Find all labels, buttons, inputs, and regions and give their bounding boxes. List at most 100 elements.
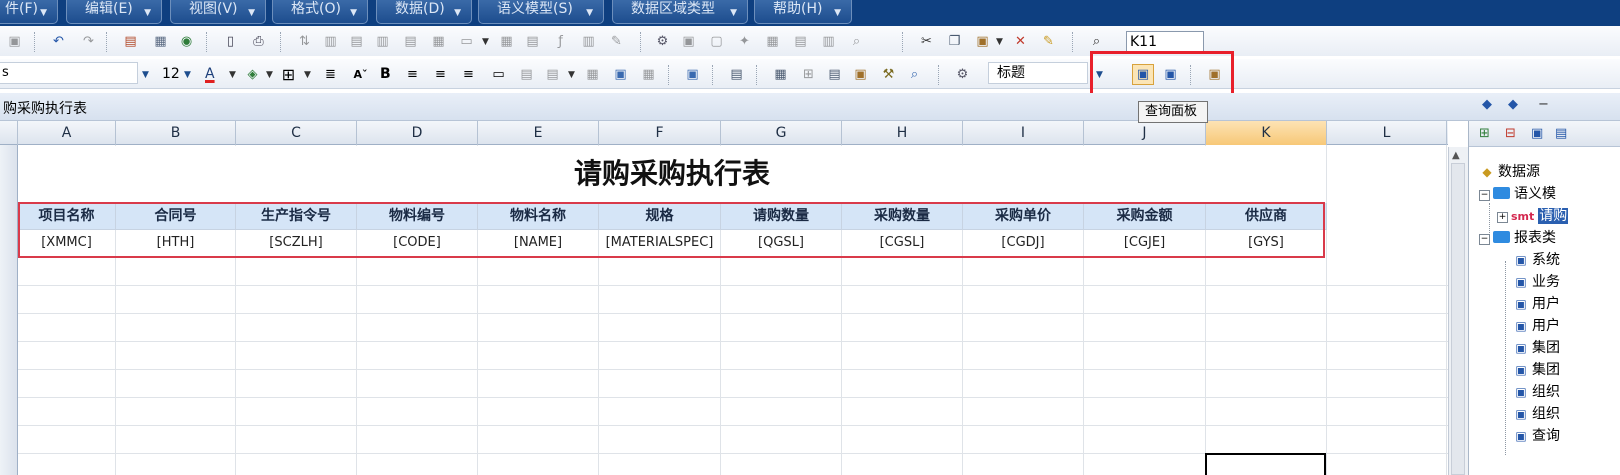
tree-node[interactable]: ▣ 组织 — [1513, 403, 1560, 425]
font-size-icon[interactable]: Aˇ — [352, 66, 369, 83]
copy-format-icon[interactable]: ▤ — [122, 33, 139, 50]
arrow-right-icon[interactable]: ◆ — [1508, 97, 1518, 112]
table-layout-icon[interactable]: ▤ — [518, 66, 535, 83]
tree-node[interactable]: − 报表类 — [1479, 227, 1556, 249]
menu-view[interactable]: 视图(V) ▼ — [170, 0, 266, 24]
table-header-cell[interactable]: 采购金额 — [1084, 203, 1206, 230]
table-header-cell[interactable]: 物料编号 — [357, 203, 478, 230]
tree-node[interactable]: + smt 请购 — [1497, 205, 1569, 227]
tree-node[interactable]: ▣ 业务 — [1513, 271, 1560, 293]
export-icon[interactable]: ▣ — [852, 66, 869, 83]
insert-column-icon[interactable]: ▥ — [374, 33, 391, 50]
list-icon[interactable]: ▤ — [544, 66, 561, 83]
table-header-cell[interactable]: 合同号 — [116, 203, 236, 230]
borders-icon[interactable]: ⊞ — [280, 66, 297, 83]
cell-link-icon[interactable]: ▢ — [708, 33, 725, 50]
column-header-h[interactable]: H — [842, 121, 963, 145]
menu-format[interactable]: 格式(O) ▼ — [272, 0, 368, 24]
scrollbar-thumb[interactable] — [1451, 163, 1465, 475]
table-cell[interactable]: [XMMC] — [18, 230, 116, 257]
image-icon[interactable]: ▤ — [524, 33, 541, 50]
chart-settings-icon[interactable]: ▦ — [640, 66, 657, 83]
tree-node[interactable]: ▣ 系统 — [1513, 249, 1560, 271]
paste-icon[interactable]: ▣ — [974, 33, 991, 50]
table-header-cell[interactable]: 采购数量 — [842, 203, 963, 230]
tree-node[interactable]: ◆ 数据源 — [1479, 161, 1540, 183]
grid-icon[interactable]: ▤ — [792, 33, 809, 50]
link-icon[interactable]: ⊞ — [800, 66, 817, 83]
column-header-b[interactable]: B — [116, 121, 236, 145]
table-header-cell[interactable]: 请购数量 — [721, 203, 842, 230]
remove-node-icon[interactable]: ⊟ — [1505, 126, 1516, 141]
vertical-scrollbar[interactable]: ▲ — [1448, 147, 1468, 475]
sparkle-icon[interactable]: ✦ — [736, 33, 753, 50]
menu-help[interactable]: 帮助(H) ▼ — [754, 0, 852, 24]
filter-icon[interactable]: ▥ — [322, 33, 339, 50]
column-header-k[interactable]: K — [1206, 121, 1327, 145]
refresh-node-icon[interactable]: ▣ — [1531, 126, 1543, 141]
wrap-text-icon[interactable]: ≣ — [322, 66, 339, 83]
insert-image-icon[interactable]: ▣ — [612, 66, 629, 83]
tree-node[interactable]: ▣ 查询 — [1513, 425, 1560, 447]
table-header-cell[interactable]: 物料名称 — [478, 203, 599, 230]
tree-node[interactable]: − 语义模 — [1479, 183, 1556, 205]
align-left-icon[interactable]: ≡ — [404, 66, 421, 83]
fill-color-icon[interactable]: ◈ — [244, 66, 261, 83]
find-icon[interactable]: ⌕ — [848, 33, 865, 50]
binoculars-icon[interactable]: ⌕ — [1088, 33, 1105, 50]
table-icon[interactable]: ▦ — [764, 33, 781, 50]
menu-edit[interactable]: 编辑(E) ▼ — [66, 0, 162, 24]
table-cell[interactable]: [CGSL] — [842, 230, 963, 257]
table-header-cell[interactable]: 采购单价 — [963, 203, 1084, 230]
font-size-value[interactable]: 12 — [162, 66, 180, 83]
expand-icon[interactable]: + — [1497, 212, 1508, 223]
border-icon[interactable]: ▭ — [458, 33, 475, 50]
cut-icon[interactable]: ✂ — [918, 33, 935, 50]
window-icon[interactable]: ▣ — [684, 66, 701, 83]
table-header-cell[interactable]: 项目名称 — [18, 203, 116, 230]
table-cell[interactable]: [NAME] — [478, 230, 599, 257]
spreadsheet-grid[interactable]: ABCDEFGHIJKL 请购采购执行表 项目名称 合同号 生产指令号 物料编号 物料名… — [0, 121, 1448, 475]
column-header-d[interactable]: D — [357, 121, 478, 145]
merge-cells-icon[interactable]: ▭ — [490, 66, 507, 83]
add-node-icon[interactable]: ⊞ — [1479, 126, 1490, 141]
font-name-dropdown-icon[interactable]: ▼ — [142, 70, 149, 80]
function-icon[interactable]: ▥ — [580, 33, 597, 50]
redo-icon[interactable]: ↷ — [80, 33, 97, 50]
clear-brush-icon[interactable]: ✎ — [1040, 33, 1057, 50]
table-header-cell[interactable]: 规格 — [599, 203, 721, 230]
collapse-icon[interactable]: − — [1479, 234, 1490, 245]
sheet-tab-title[interactable]: 购采购执行表 — [3, 98, 87, 118]
save-icon[interactable]: ▣ — [6, 33, 23, 50]
undo-icon[interactable]: ↶ — [50, 33, 67, 50]
copy-icon[interactable]: ❐ — [946, 33, 963, 50]
table-cell[interactable]: [CGJE] — [1084, 230, 1206, 257]
table-cell[interactable]: [SCZLH] — [236, 230, 357, 257]
chevron-down-icon[interactable]: ▼ — [482, 37, 489, 47]
table-cell[interactable]: [CGDJ] — [963, 230, 1084, 257]
cell-reference-box[interactable]: K11 — [1126, 31, 1204, 53]
chevron-down-icon[interactable]: ▼ — [996, 37, 1003, 47]
font-name-field[interactable]: s — [0, 62, 138, 84]
gear-icon[interactable]: ⚙ — [954, 66, 971, 83]
align-center-icon[interactable]: ≡ — [432, 66, 449, 83]
delete-row-icon[interactable]: ▤ — [402, 33, 419, 50]
print-icon[interactable]: ⎙ — [250, 33, 267, 50]
font-color-icon[interactable]: A — [205, 66, 215, 83]
sort-icon[interactable]: ⇅ — [296, 33, 313, 50]
settings-icon[interactable]: ⚙ — [654, 33, 671, 50]
table-edit-icon[interactable]: ▤ — [826, 66, 843, 83]
lock-icon[interactable]: ▣ — [680, 33, 697, 50]
column-header-i[interactable]: I — [963, 121, 1084, 145]
column-header-c[interactable]: C — [236, 121, 357, 145]
collapse-icon[interactable]: − — [1479, 190, 1490, 201]
menu-data[interactable]: 数据(D) ▼ — [376, 0, 472, 24]
delete-icon[interactable]: ✕ — [1012, 33, 1029, 50]
column-header-j[interactable]: J — [1084, 121, 1206, 145]
magnifier-icon[interactable]: ⌕ — [906, 66, 923, 83]
table-cell[interactable]: [GYS] — [1206, 230, 1327, 257]
tree-node[interactable]: ▣ 集团 — [1513, 337, 1560, 359]
column-header-g[interactable]: G — [721, 121, 842, 145]
report-title[interactable]: 请购采购执行表 — [18, 146, 1326, 203]
menu-region-type[interactable]: 数据区域类型 ▼ — [612, 0, 748, 24]
